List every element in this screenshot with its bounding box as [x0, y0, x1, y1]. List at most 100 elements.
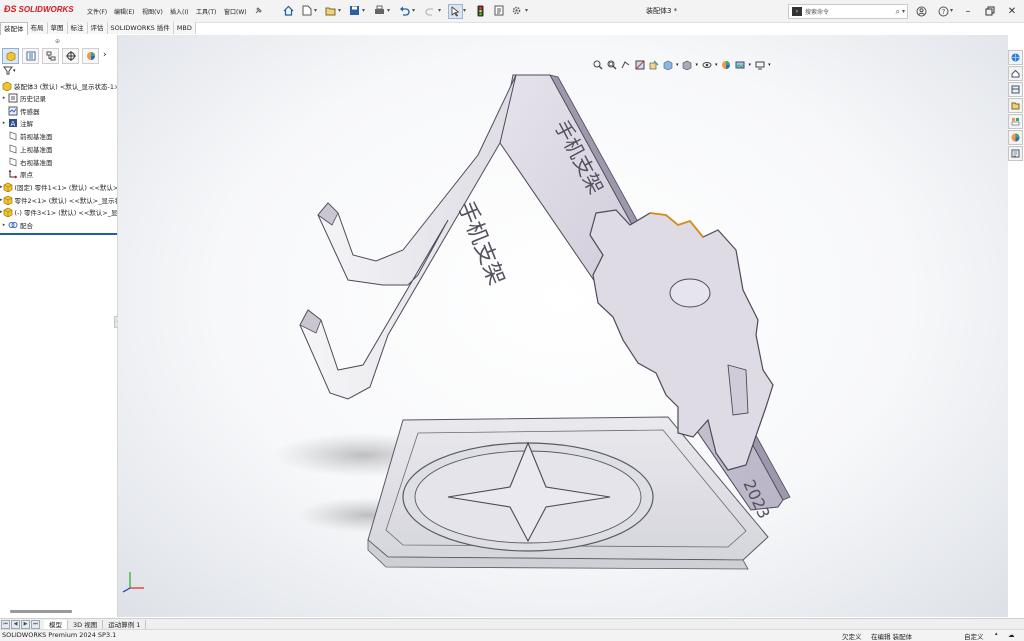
view-settings-icon[interactable] [754, 59, 765, 70]
phone-stand-model[interactable]: 手机支架 手机支架 2023 [118, 35, 1008, 617]
rebuild-icon[interactable] [474, 4, 487, 17]
expand-arrow-icon[interactable]: ▸ [0, 95, 8, 101]
tree-item[interactable]: 前视基准面 [0, 130, 117, 142]
tab-model[interactable]: 模型 [44, 619, 68, 630]
chevron-up-icon[interactable]: ▴ [995, 631, 998, 637]
chevron-down-icon[interactable]: ▾ [715, 62, 718, 68]
menu-file[interactable]: 文件(F) [87, 7, 107, 16]
tree-item[interactable]: 传感器 [0, 105, 117, 117]
display-manager-tab-icon[interactable] [82, 48, 99, 64]
tree-item[interactable]: ▸ 配合 [0, 219, 117, 231]
menu-edit[interactable]: 编辑(E) [114, 7, 134, 16]
redo-icon[interactable] [424, 4, 437, 17]
tree-item[interactable]: ▸(固定) 零件1<1> (默认) <<默认>_显示状态 1> [0, 181, 117, 193]
file-properties-icon[interactable] [492, 4, 505, 17]
help-icon[interactable]: ? [935, 3, 951, 19]
view-palette-icon[interactable] [1008, 114, 1023, 129]
dynamic-annotation-icon[interactable] [648, 59, 659, 70]
rollback-bar[interactable] [0, 233, 117, 235]
tab-layout[interactable]: 布局 [27, 22, 48, 34]
chevron-down-icon[interactable]: ▾ [902, 8, 905, 15]
chevron-down-icon[interactable]: ▾ [362, 7, 365, 14]
chevron-down-icon[interactable]: ▾ [749, 62, 752, 68]
restore-icon[interactable] [982, 3, 998, 19]
new-document-icon[interactable] [300, 4, 313, 17]
solidworks-logo[interactable]: ƉS SOLIDWORKS [4, 4, 74, 14]
home-icon[interactable] [1008, 66, 1023, 81]
expand-arrow-icon[interactable]: ▸ [0, 222, 8, 228]
tab-3d-views[interactable]: 3D 视图 [68, 619, 104, 630]
select-cursor-icon[interactable] [448, 4, 463, 19]
save-icon[interactable] [348, 4, 361, 17]
property-manager-tab-icon[interactable] [22, 48, 39, 64]
chevron-down-icon[interactable]: ▾ [676, 62, 679, 68]
graphics-area[interactable]: 手机支架 手机支架 2023 ▾ ▾ ▾ ▾ ▾ ⌷ – ⧉ ✕ [118, 35, 1008, 617]
tree-item[interactable]: 右视基准面 [0, 156, 117, 168]
tree-item[interactable]: ▸ 历史记录 [0, 92, 117, 104]
previous-view-icon[interactable] [620, 59, 631, 70]
chevron-down-icon[interactable]: ▾ [338, 7, 341, 14]
tab-motion-study[interactable]: 运动算例 1 [103, 619, 147, 630]
chevron-down-icon[interactable]: ▾ [768, 62, 771, 68]
chevron-down-icon[interactable]: ▾ [314, 7, 317, 14]
tree-root-assembly[interactable]: 装配体3 (默认) <默认_显示状态-1> [0, 80, 117, 92]
search-icon[interactable]: ⌕ [896, 7, 900, 17]
horizontal-scrollbar[interactable] [10, 610, 72, 613]
apply-scene-icon[interactable] [735, 59, 746, 70]
tab-mbd[interactable]: MBD [173, 22, 196, 34]
appearances-scenes-icon[interactable] [1008, 130, 1023, 145]
chevron-right-icon[interactable]: › [103, 48, 107, 64]
zoom-to-area-icon[interactable] [606, 59, 617, 70]
first-tab-icon[interactable]: ⏮ [1, 620, 10, 629]
next-tab-icon[interactable]: ▶ [21, 620, 30, 629]
section-view-icon[interactable] [634, 59, 645, 70]
tab-sketch[interactable]: 草图 [47, 22, 68, 34]
tree-item[interactable]: ▸零件2<1> (默认) <<默认>_显示状态 1> [0, 194, 117, 206]
chevron-down-icon[interactable]: ▾ [696, 62, 699, 68]
display-style-icon[interactable] [682, 59, 693, 70]
file-explorer-icon[interactable] [1008, 98, 1023, 113]
tab-assembly[interactable]: 装配体 [0, 22, 28, 35]
chevron-down-icon[interactable]: ▾ [525, 7, 528, 14]
account-icon[interactable] [913, 3, 929, 19]
tree-item[interactable]: 上视基准面 [0, 143, 117, 155]
minimize-icon[interactable]: – [960, 3, 976, 19]
edit-appearance-icon[interactable] [721, 59, 732, 70]
tree-item[interactable]: ▸ A 注解 [0, 117, 117, 129]
undo-icon[interactable] [398, 4, 411, 17]
home-icon[interactable] [282, 4, 295, 17]
tab-evaluate[interactable]: 评估 [87, 22, 108, 34]
configuration-manager-tab-icon[interactable] [42, 48, 59, 64]
tab-addins[interactable]: SOLIDWORKS 插件 [107, 22, 174, 34]
search-commands-field[interactable]: › 搜索命令 ⌕ ▾ [788, 4, 908, 19]
chevron-down-icon[interactable]: ▾ [387, 7, 390, 14]
quick-tips-icon[interactable]: ☁ [1008, 631, 1015, 639]
chevron-down-icon[interactable]: ▾ [950, 7, 953, 14]
expand-arrow-icon[interactable]: ▸ [0, 120, 8, 126]
menu-tools[interactable]: 工具(T) [196, 7, 216, 16]
filter-icon[interactable]: ▾ [3, 66, 16, 75]
last-tab-icon[interactable]: ⏭ [31, 620, 40, 629]
solidworks-resources-icon[interactable] [1008, 50, 1023, 65]
close-icon[interactable]: ✕ [1004, 3, 1020, 19]
previous-tab-icon[interactable]: ◀ [11, 620, 20, 629]
menu-insert[interactable]: 插入(I) [170, 7, 188, 16]
tree-item[interactable]: ▸(-) 零件3<1> (默认) <<默认>_显示状态 1> [0, 206, 117, 218]
feature-manager-tab-icon[interactable] [2, 48, 19, 64]
gear-icon[interactable] [510, 4, 523, 17]
hide-show-items-icon[interactable] [701, 59, 712, 70]
view-orientation-icon[interactable] [662, 59, 673, 70]
menu-window[interactable]: 窗口(W) [224, 7, 247, 16]
dimxpert-tab-icon[interactable] [62, 48, 79, 64]
tree-item[interactable]: 原点 [0, 168, 117, 180]
open-folder-icon[interactable] [324, 4, 337, 17]
chevron-down-icon[interactable]: ▾ [412, 7, 415, 14]
chevron-down-icon[interactable]: ▾ [438, 7, 441, 14]
design-library-icon[interactable] [1008, 82, 1023, 97]
tab-markup[interactable]: 标注 [67, 22, 88, 34]
menu-view[interactable]: 视图(V) [142, 7, 163, 16]
pin-icon[interactable] [252, 4, 265, 17]
custom-properties-icon[interactable] [1008, 146, 1023, 161]
zoom-to-fit-icon[interactable] [592, 59, 603, 70]
print-icon[interactable] [373, 4, 386, 17]
